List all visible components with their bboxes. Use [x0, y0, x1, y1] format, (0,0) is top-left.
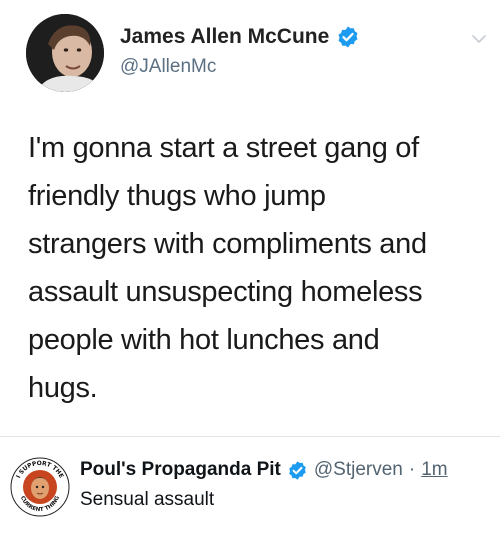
chevron-down-icon[interactable]	[470, 30, 488, 48]
verified-badge-icon	[289, 460, 306, 480]
quoted-tweet-screenshot: James Allen McCune @JAllenMc I'm gonna s…	[0, 0, 500, 436]
reply-tweet[interactable]: I SUPPORT THE CURRENT THING Poul's Propa…	[0, 437, 500, 534]
reply-header: Poul's Propaganda Pit @Stjerven · 1m	[80, 459, 448, 481]
tweet-line: assault unsuspecting homeless	[28, 276, 423, 308]
tweet-line: people with hot lunches and	[28, 324, 380, 356]
author-name-row: James Allen McCune	[120, 25, 360, 49]
reply-timestamp[interactable]: 1m	[421, 459, 447, 481]
reply-author-name[interactable]: Poul's Propaganda Pit	[80, 459, 281, 481]
tweet-line: strangers with compliments and	[28, 228, 427, 260]
tweet-line: friendly thugs who jump	[28, 180, 326, 212]
tweet-line: hugs.	[28, 372, 98, 404]
verified-badge-icon	[338, 26, 358, 48]
reply-text: Sensual assault	[80, 489, 215, 510]
tweet-line: I'm gonna start a street gang of	[28, 132, 419, 164]
author-name[interactable]: James Allen McCune	[120, 25, 329, 49]
author-avatar[interactable]	[26, 14, 104, 92]
reply-author-handle[interactable]: @Stjerven	[314, 459, 403, 481]
tweet-body: I'm gonna start a street gang of friendl…	[28, 124, 478, 412]
author-handle[interactable]: @JAllenMc	[120, 56, 216, 78]
reply-avatar[interactable]: I SUPPORT THE CURRENT THING	[10, 457, 70, 517]
dot-separator: ·	[408, 459, 416, 480]
